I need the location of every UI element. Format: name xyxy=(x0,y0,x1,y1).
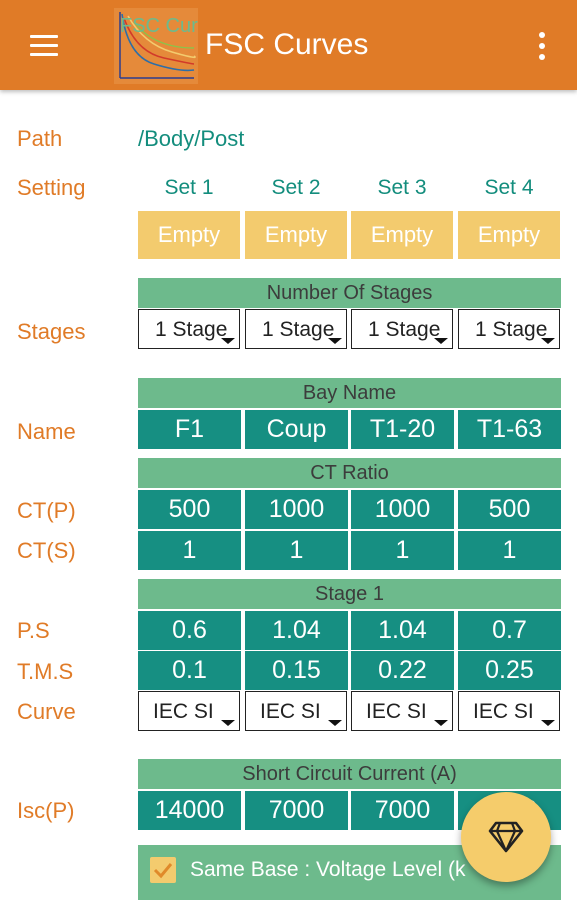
section-bay-name: Bay Name xyxy=(138,378,561,408)
label-setting: Setting xyxy=(17,175,86,200)
logo-text: FSC Curves xyxy=(120,15,198,37)
empty-button-set-3[interactable]: Empty xyxy=(351,211,453,259)
ct-primary-set-4[interactable]: 500 xyxy=(458,490,561,529)
dropdown-arrow-icon xyxy=(328,720,342,726)
label-curve: Curve xyxy=(17,699,76,724)
check-icon xyxy=(153,863,173,879)
bay-name-set-2[interactable]: Coup xyxy=(245,410,348,449)
dropdown-arrow-icon xyxy=(221,338,235,344)
stages-dropdown-set-2[interactable]: 1 Stage xyxy=(245,309,347,349)
bay-name-set-1[interactable]: F1 xyxy=(138,410,241,449)
diamond-icon xyxy=(488,821,524,853)
bay-name-set-3[interactable]: T1-20 xyxy=(351,410,454,449)
label-isc-primary: Isc(P) xyxy=(17,798,75,823)
ps-set-2[interactable]: 1.04 xyxy=(245,611,348,650)
menu-icon[interactable] xyxy=(28,33,62,59)
section-stage-1: Stage 1 xyxy=(138,579,561,609)
section-short-circuit-current: Short Circuit Current (A) xyxy=(138,759,561,789)
label-ct-secondary: CT(S) xyxy=(17,538,76,563)
label-path: Path xyxy=(17,126,63,151)
dropdown-arrow-icon xyxy=(434,720,448,726)
ct-secondary-set-4[interactable]: 1 xyxy=(458,531,561,570)
curve-dropdown-set-3[interactable]: IEC SI xyxy=(351,691,453,731)
label-stages: Stages xyxy=(17,319,86,344)
stages-dropdown-set-3[interactable]: 1 Stage xyxy=(351,309,453,349)
ct-primary-set-2[interactable]: 1000 xyxy=(245,490,348,529)
set-label-4: Set 4 xyxy=(484,176,534,199)
stages-dropdown-value: 1 Stage xyxy=(155,318,228,341)
dropdown-arrow-icon xyxy=(221,720,235,726)
curve-dropdown-set-4[interactable]: IEC SI xyxy=(458,691,560,731)
app-logo: FSC Curves xyxy=(114,8,229,84)
same-base-checkbox[interactable] xyxy=(150,857,176,883)
label-tms: T.M.S xyxy=(17,659,74,684)
bay-name-set-4[interactable]: T1-63 xyxy=(458,410,561,449)
path-value: /Body/Post xyxy=(138,126,245,151)
more-vert-icon[interactable] xyxy=(530,28,554,64)
section-ct-ratio: CT Ratio xyxy=(138,458,561,488)
stages-dropdown-value: 1 Stage xyxy=(262,318,335,341)
ct-primary-set-1[interactable]: 500 xyxy=(138,490,241,529)
ps-set-4[interactable]: 0.7 xyxy=(458,611,561,650)
same-base-label: Same Base : Voltage Level (k xyxy=(190,858,466,881)
section-number-of-stages: Number Of Stages xyxy=(138,278,561,308)
isc-primary-set-2[interactable]: 7000 xyxy=(245,791,348,830)
stages-dropdown-set-4[interactable]: 1 Stage xyxy=(458,309,560,349)
curve-dropdown-value: IEC SI xyxy=(366,700,427,723)
page-title: FSC Curves xyxy=(205,28,369,61)
ps-set-1[interactable]: 0.6 xyxy=(138,611,241,650)
empty-button-set-4[interactable]: Empty xyxy=(458,211,560,259)
label-name: Name xyxy=(17,419,76,444)
dropdown-arrow-icon xyxy=(434,338,448,344)
isc-primary-set-3[interactable]: 7000 xyxy=(351,791,454,830)
set-label-1: Set 1 xyxy=(164,176,214,199)
tms-set-4[interactable]: 0.25 xyxy=(458,651,561,690)
curve-dropdown-set-2[interactable]: IEC SI xyxy=(245,691,347,731)
curve-dropdown-set-1[interactable]: IEC SI xyxy=(138,691,240,731)
empty-button-set-2[interactable]: Empty xyxy=(245,211,347,259)
tms-set-3[interactable]: 0.22 xyxy=(351,651,454,690)
ct-primary-set-3[interactable]: 1000 xyxy=(351,490,454,529)
tms-set-2[interactable]: 0.15 xyxy=(245,651,348,690)
ct-secondary-set-2[interactable]: 1 xyxy=(245,531,348,570)
stages-dropdown-value: 1 Stage xyxy=(368,318,441,341)
set-label-3: Set 3 xyxy=(377,176,427,199)
dropdown-arrow-icon xyxy=(541,720,555,726)
dropdown-arrow-icon xyxy=(328,338,342,344)
empty-button-set-1[interactable]: Empty xyxy=(138,211,240,259)
app-bar: FSC Curves FSC Curves xyxy=(0,0,577,90)
dropdown-arrow-icon xyxy=(541,338,555,344)
stages-dropdown-set-1[interactable]: 1 Stage xyxy=(138,309,240,349)
curve-dropdown-value: IEC SI xyxy=(153,700,214,723)
ps-set-3[interactable]: 1.04 xyxy=(351,611,454,650)
label-ct-primary: CT(P) xyxy=(17,498,76,523)
ct-secondary-set-1[interactable]: 1 xyxy=(138,531,241,570)
isc-primary-set-1[interactable]: 14000 xyxy=(138,791,241,830)
set-label-2: Set 2 xyxy=(271,176,321,199)
ct-secondary-set-3[interactable]: 1 xyxy=(351,531,454,570)
label-ps: P.S xyxy=(17,618,50,643)
diamond-fab-button[interactable] xyxy=(461,792,551,882)
stages-dropdown-value: 1 Stage xyxy=(475,318,548,341)
curve-dropdown-value: IEC SI xyxy=(260,700,321,723)
curve-dropdown-value: IEC SI xyxy=(473,700,534,723)
tms-set-1[interactable]: 0.1 xyxy=(138,651,241,690)
